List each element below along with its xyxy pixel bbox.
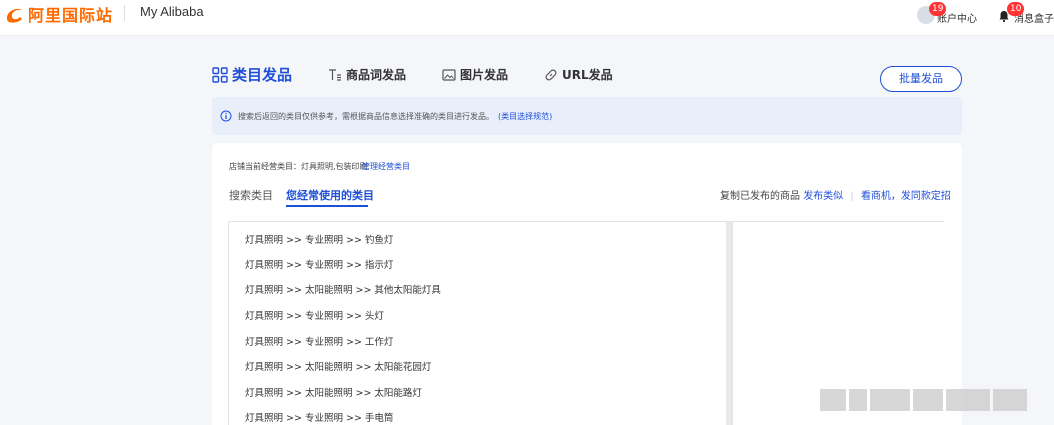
list-item[interactable]: 灯具照明 >> 专业照明 >> 手电筒: [245, 410, 393, 424]
tab-image-publish[interactable]: 图片发品: [442, 66, 508, 83]
top-bar: 阿里国际站 My Alibaba 19 账户中心 10 消息盒子: [0, 0, 1054, 36]
list-item[interactable]: 灯具照明 >> 专业照明 >> 工作灯: [245, 334, 393, 348]
category-card: 店铺当前经营类目：灯具照明,包装印刷 管理经营类目 搜索类目 您经常使用的类目 …: [212, 143, 962, 425]
tab-frequent-category[interactable]: 您经常使用的类目: [286, 187, 374, 203]
notice-text: 搜索后返回的类目仅供参考，需根据商品信息选择准确的类目进行发品。: [238, 111, 494, 121]
account-badge: 19: [929, 2, 947, 16]
message-box[interactable]: 10 消息盒子: [998, 2, 1054, 25]
opportunity-link[interactable]: 看商机，发同款定招: [861, 191, 951, 202]
shop-categories-label: 店铺当前经营类目：灯具照明,包装印刷: [229, 162, 368, 171]
tab-keyword-publish[interactable]: 商品词发品: [328, 66, 406, 83]
list-item[interactable]: 灯具照明 >> 专业照明 >> 头灯: [245, 308, 384, 322]
alibaba-logo[interactable]: 阿里国际站: [4, 2, 113, 26]
list-item[interactable]: 灯具照明 >> 太阳能照明 >> 太阳能花园灯: [245, 359, 431, 373]
info-icon: [220, 110, 232, 122]
header-divider: [124, 5, 125, 21]
category-list: 灯具照明 >> 专业照明 >> 钓鱼灯 灯具照明 >> 专业照明 >> 指示灯 …: [229, 222, 726, 425]
copy-published-bar: 复制已发布的商品 发布类似 | 看商机，发同款定招: [720, 187, 951, 202]
grid-icon: [212, 66, 228, 83]
list-item[interactable]: 灯具照明 >> 专业照明 >> 钓鱼灯: [245, 232, 393, 246]
tab-label: 商品词发品: [346, 68, 407, 82]
alibaba-logo-icon: [6, 8, 23, 23]
list-item[interactable]: 灯具照明 >> 太阳能照明 >> 其他太阳能灯具: [245, 282, 441, 296]
page-title[interactable]: My Alibaba: [140, 4, 204, 19]
category-rules-link[interactable]: (类目选择规范): [498, 111, 552, 122]
image-icon: [442, 68, 456, 81]
link-separator: |: [850, 191, 854, 202]
copy-prefix: 复制已发布的商品: [720, 191, 800, 202]
logo-text: 阿里国际站: [28, 6, 114, 25]
manage-categories-link[interactable]: 管理经营类目: [362, 161, 410, 172]
tab-search-category[interactable]: 搜索类目: [229, 187, 273, 203]
link-icon: [545, 69, 557, 80]
publish-mode-tabs: 类目发品 商品词发品 图片发品 URL发品: [212, 64, 649, 85]
tab-label: URL发品: [562, 68, 613, 82]
message-badge: 10: [1007, 2, 1025, 16]
text-list-icon: [329, 68, 342, 81]
active-tab-indicator: [286, 205, 368, 207]
list-item[interactable]: 灯具照明 >> 专业照明 >> 指示灯: [245, 257, 393, 271]
publish-similar-link[interactable]: 发布类似: [803, 191, 843, 202]
list-item[interactable]: 灯具照明 >> 太阳能照明 >> 太阳能路灯: [245, 385, 422, 399]
blurred-watermark: [820, 389, 1027, 411]
account-center[interactable]: 19 账户中心: [917, 2, 977, 25]
batch-publish-button[interactable]: 批量发品: [880, 66, 962, 92]
tab-label: 图片发品: [460, 68, 509, 82]
notice-bar: 搜索后返回的类目仅供参考，需根据商品信息选择准确的类目进行发品。 (类目选择规范…: [212, 97, 962, 135]
tab-category-publish[interactable]: 类目发品: [212, 64, 292, 85]
tab-label: 类目发品: [232, 66, 293, 84]
tab-url-publish[interactable]: URL发品: [544, 66, 613, 83]
